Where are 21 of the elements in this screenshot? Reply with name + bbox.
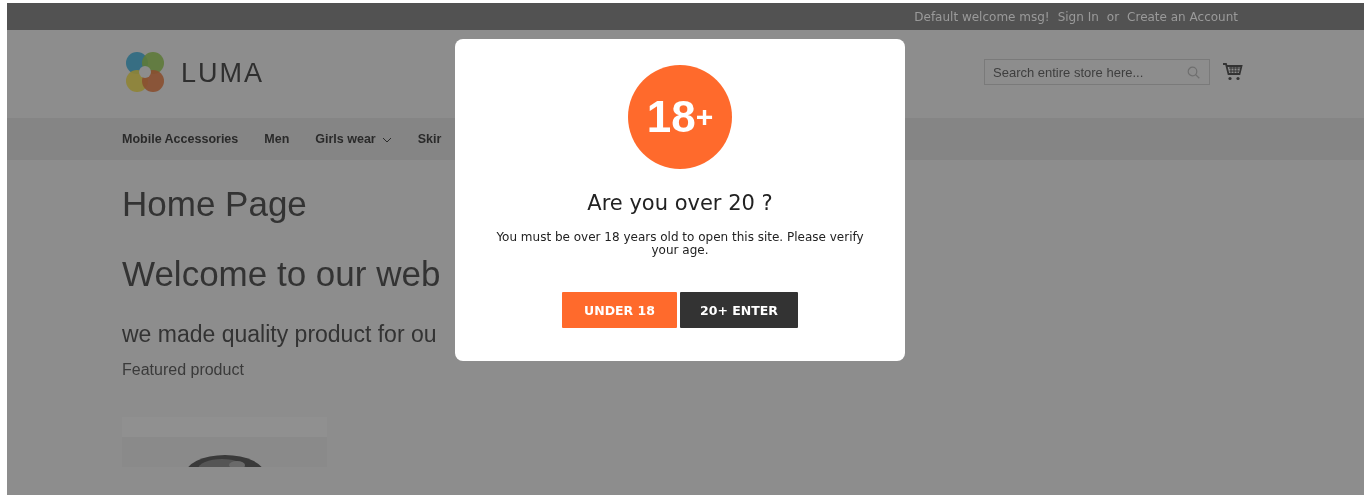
dialog-title: Are you over 20 ?: [587, 191, 773, 215]
nav-item[interactable]: Girls wear: [315, 132, 392, 146]
section-label: Featured product: [122, 360, 244, 380]
under-age-button[interactable]: UNDER 18: [562, 292, 677, 328]
welcome-message: Default welcome msg!: [914, 9, 1050, 24]
chevron-down-icon: [381, 137, 392, 143]
enter-button[interactable]: 20+ ENTER: [680, 292, 798, 328]
subheading: we made quality product for ou: [122, 320, 437, 349]
search-icon[interactable]: [1187, 66, 1200, 79]
page-title: Home Page: [122, 183, 307, 225]
welcome-heading: Welcome to our web: [122, 253, 441, 295]
separator-text: or: [1106, 9, 1120, 24]
nav-item[interactable]: Men: [264, 132, 290, 146]
cart-icon[interactable]: [1222, 62, 1244, 82]
nav-item[interactable]: Mobile Accessories: [122, 132, 239, 146]
search-field[interactable]: Search entire store here...: [984, 59, 1210, 85]
nav-item[interactable]: Skir: [417, 132, 442, 146]
logo-text[interactable]: LUMA: [181, 57, 264, 89]
sign-in-link[interactable]: Sign In: [1057, 9, 1099, 24]
dialog-message: You must be over 18 years old to open this site. Please verify your age.: [495, 231, 865, 257]
create-account-link[interactable]: Create an Account: [1127, 9, 1238, 24]
